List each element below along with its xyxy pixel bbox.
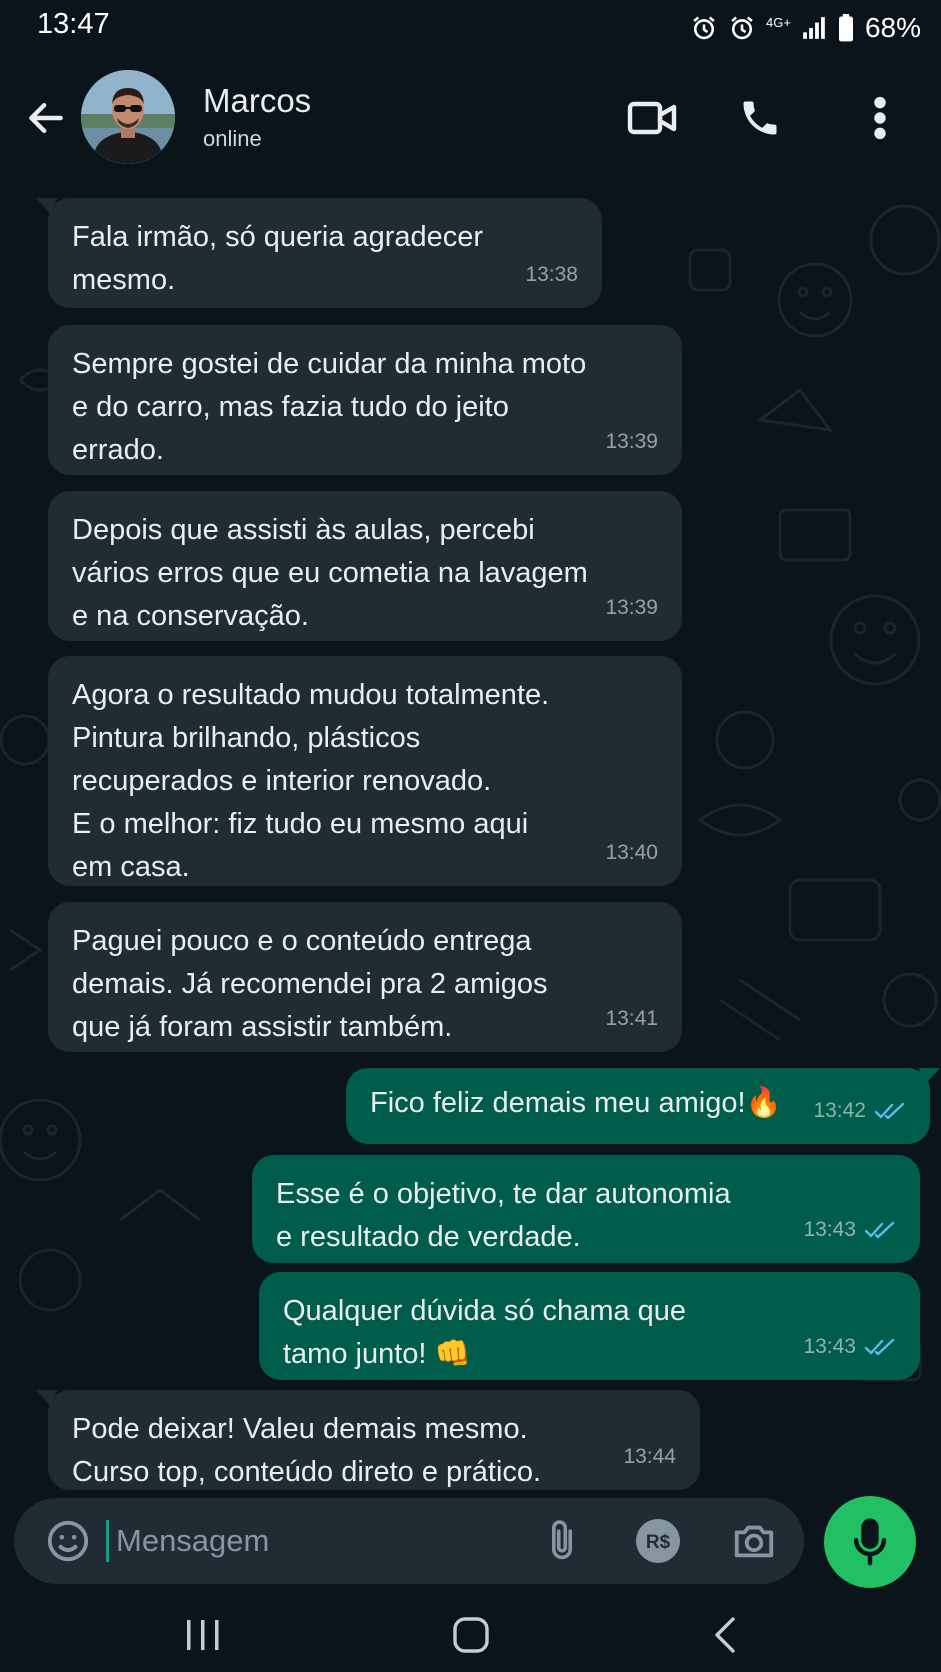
incoming-message[interactable]: Fala irmão, só queria agradecer mesmo. 13…	[48, 198, 602, 308]
status-time: 13:47	[37, 8, 110, 40]
more-vert-icon	[874, 96, 886, 140]
contact-name[interactable]: Marcos	[203, 82, 311, 120]
message-meta: 13:43	[803, 1208, 896, 1251]
emoji-icon	[47, 1520, 89, 1562]
recents-button[interactable]	[168, 1610, 238, 1660]
outgoing-message[interactable]: Esse é o objetivo, te dar autonomia e re…	[252, 1155, 920, 1263]
back-button[interactable]	[18, 90, 74, 146]
message-meta: 13:38	[525, 253, 578, 296]
incoming-message[interactable]: Paguei pouco e o conteúdo entrega demais…	[48, 902, 682, 1052]
system-back-button[interactable]	[690, 1610, 760, 1660]
voice-message-button[interactable]	[824, 1496, 916, 1588]
camera-button[interactable]	[722, 1509, 786, 1573]
outgoing-message[interactable]: Fico feliz demais meu amigo!🔥 13:42	[346, 1068, 930, 1144]
message-text: Depois que assisti às aulas, percebi vár…	[72, 514, 588, 632]
bubble-tail	[36, 198, 58, 218]
message-meta: 13:42	[813, 1089, 906, 1132]
message-time: 13:43	[803, 1218, 856, 1241]
back-arrow-icon	[29, 102, 63, 134]
message-text: Pode deixar! Valeu demais mesmo. Curso t…	[72, 1413, 542, 1488]
message-time: 13:39	[605, 596, 658, 619]
message-time: 13:40	[605, 841, 658, 864]
status-icons: 4G+ 68%	[690, 6, 921, 50]
double-check-icon	[864, 1221, 895, 1238]
chevron-left-icon	[715, 1617, 735, 1653]
mic-icon	[853, 1518, 887, 1566]
message-meta: 13:43	[803, 1325, 896, 1368]
message-text: Sempre gostei de cuidar da minha moto e …	[72, 348, 587, 466]
video-call-icon	[627, 101, 677, 135]
recents-icon	[187, 1620, 219, 1650]
message-meta: 13:39	[605, 586, 658, 629]
attach-icon	[551, 1520, 573, 1560]
message-composer: R$	[14, 1498, 804, 1584]
message-meta: 13:39	[605, 420, 658, 463]
home-button[interactable]	[436, 1610, 506, 1660]
message-time: 13:42	[813, 1099, 866, 1122]
bubble-tail	[918, 1068, 940, 1088]
camera-icon	[734, 1525, 774, 1558]
more-options-button[interactable]	[848, 86, 912, 150]
message-time: 13:44	[623, 1445, 676, 1468]
voice-call-button[interactable]	[728, 86, 792, 150]
message-time: 13:43	[803, 1335, 856, 1358]
phone-icon	[743, 101, 777, 135]
alarm-icon	[690, 14, 718, 42]
incoming-message[interactable]: Agora o resultado mudou totalmente. Pint…	[48, 656, 682, 886]
incoming-message[interactable]: Sempre gostei de cuidar da minha moto e …	[48, 325, 682, 475]
bubble-tail	[36, 1390, 58, 1410]
incoming-message[interactable]: Pode deixar! Valeu demais mesmo. Curso t…	[48, 1390, 700, 1490]
message-time: 13:38	[525, 263, 578, 286]
message-list[interactable]: Fala irmão, só queria agradecer mesmo. 13…	[0, 180, 941, 1500]
alarm-icon	[728, 14, 756, 42]
signal-icon	[801, 15, 827, 41]
system-nav-bar	[0, 1600, 941, 1672]
message-input[interactable]	[106, 1518, 536, 1564]
message-text: Agora o resultado mudou totalmente. Pint…	[72, 679, 550, 883]
incoming-message[interactable]: Depois que assisti às aulas, percebi vár…	[48, 491, 682, 641]
message-time: 13:41	[605, 1007, 658, 1030]
payment-icon: R$	[636, 1519, 680, 1563]
battery-level: 68%	[864, 12, 921, 43]
home-icon	[453, 1617, 489, 1653]
message-meta: 13:40	[605, 831, 658, 874]
video-call-button[interactable]	[621, 86, 685, 150]
message-text: Paguei pouco e o conteúdo entrega demais…	[72, 925, 548, 1043]
emoji-button[interactable]	[36, 1509, 100, 1573]
message-time: 13:39	[605, 430, 658, 453]
attach-button[interactable]	[530, 1509, 594, 1573]
chat-header: Marcos online	[0, 56, 941, 180]
outgoing-message[interactable]: Qualquer dúvida só chama que tamo junto!…	[259, 1272, 920, 1380]
network-type: 4G+	[766, 14, 791, 30]
status-bar: 13:47 4G+ 68%	[0, 0, 941, 56]
payment-label: R$	[646, 1532, 671, 1553]
contact-status: online	[203, 126, 262, 151]
payment-button[interactable]: R$	[626, 1509, 690, 1573]
battery-icon	[837, 14, 855, 42]
double-check-icon	[874, 1102, 905, 1119]
message-meta: 13:41	[605, 997, 658, 1040]
message-meta: 13:44	[623, 1435, 676, 1478]
avatar[interactable]	[81, 70, 175, 164]
message-text: Fala irmão, só queria agradecer mesmo.	[72, 221, 484, 296]
double-check-icon	[864, 1338, 895, 1355]
